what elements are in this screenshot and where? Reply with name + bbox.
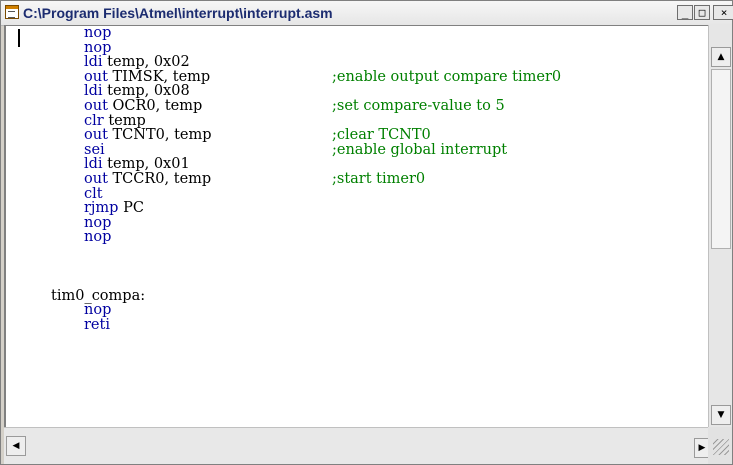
code-label: tim0_compa: xyxy=(51,287,146,304)
right-arrow-icon: ▶ xyxy=(698,443,706,453)
left-arrow-icon: ◀ xyxy=(12,441,20,451)
operands: OCR0, temp xyxy=(112,97,203,114)
down-arrow-icon: ▼ xyxy=(717,410,725,420)
instruction: sei xyxy=(84,141,105,158)
mnemonic: ldi xyxy=(84,83,103,100)
operands: temp, 0x01 xyxy=(107,156,190,173)
instruction: nop xyxy=(84,229,112,246)
mnemonic: out xyxy=(84,68,108,85)
editor-window: C:\Program Files\Atmel\interrupt\interru… xyxy=(0,0,733,465)
mnemonic: ldi xyxy=(84,54,103,71)
mnemonic: ldi xyxy=(84,156,103,173)
code-editor[interactable]: nop nop ldi temp, 0x02 out TIMSK, temp ;enab… xyxy=(4,25,708,427)
instruction: rjmp PC xyxy=(84,201,144,216)
instruction: out TIMSK, temp xyxy=(84,68,211,85)
up-arrow-icon: ▲ xyxy=(717,52,725,62)
instruction: ldi temp, 0x01 xyxy=(84,157,190,172)
scroll-left-button[interactable]: ◀ xyxy=(6,436,26,456)
window-title: C:\Program Files\Atmel\interrupt\interru… xyxy=(23,5,333,21)
operands: TCNT0, temp xyxy=(112,127,212,144)
vertical-scroll-thumb[interactable] xyxy=(711,69,731,249)
mnemonic: clr xyxy=(84,112,104,129)
operands: TCCR0, temp xyxy=(112,170,212,187)
code-comment: ;clear TCNT0 xyxy=(332,127,431,144)
mnemonic: rjmp xyxy=(84,200,119,217)
minimize-button[interactable]: _ xyxy=(677,5,693,20)
scroll-up-button[interactable]: ▲ xyxy=(711,47,731,67)
resize-grip-icon[interactable] xyxy=(713,439,729,455)
operands: temp, 0x02 xyxy=(107,54,190,71)
instruction: out TCCR0, temp xyxy=(84,172,211,187)
maximize-button[interactable]: □ xyxy=(694,5,710,20)
horizontal-scrollbar[interactable]: ◀ ▶ xyxy=(4,427,710,464)
title-bar[interactable]: C:\Program Files\Atmel\interrupt\interru… xyxy=(1,1,733,26)
asm-file-icon xyxy=(5,5,19,19)
instruction: nop xyxy=(84,25,112,41)
code-comment: ;enable output compare timer0 xyxy=(332,68,562,85)
mnemonic: out xyxy=(84,170,108,187)
instruction: out TCNT0, temp xyxy=(84,128,212,143)
code-comment: ;enable global interrupt xyxy=(332,141,508,158)
operands: temp xyxy=(108,112,146,129)
close-button[interactable]: × xyxy=(713,5,733,20)
instruction: ldi temp, 0x08 xyxy=(84,84,190,99)
instruction: clr temp xyxy=(84,112,146,129)
operands: temp, 0x08 xyxy=(107,83,190,100)
instruction: clt xyxy=(84,185,103,202)
code-comment: ;set compare-value to 5 xyxy=(332,97,505,114)
code-comment: ;start timer0 xyxy=(332,170,426,187)
instruction: out OCR0, temp xyxy=(84,99,202,114)
instruction: nop xyxy=(84,214,112,231)
mnemonic: out xyxy=(84,127,108,144)
instruction: ldi temp, 0x02 xyxy=(84,55,190,70)
mnemonic: out xyxy=(84,97,108,114)
operands: TIMSK, temp xyxy=(112,68,211,85)
instruction: nop xyxy=(84,39,112,56)
operands: PC xyxy=(123,200,144,217)
instruction: nop xyxy=(84,302,112,319)
instruction: reti xyxy=(84,316,110,333)
scroll-down-button[interactable]: ▼ xyxy=(711,405,731,425)
vertical-scrollbar[interactable]: ▲ ▼ xyxy=(708,25,732,427)
text-cursor xyxy=(18,29,20,47)
